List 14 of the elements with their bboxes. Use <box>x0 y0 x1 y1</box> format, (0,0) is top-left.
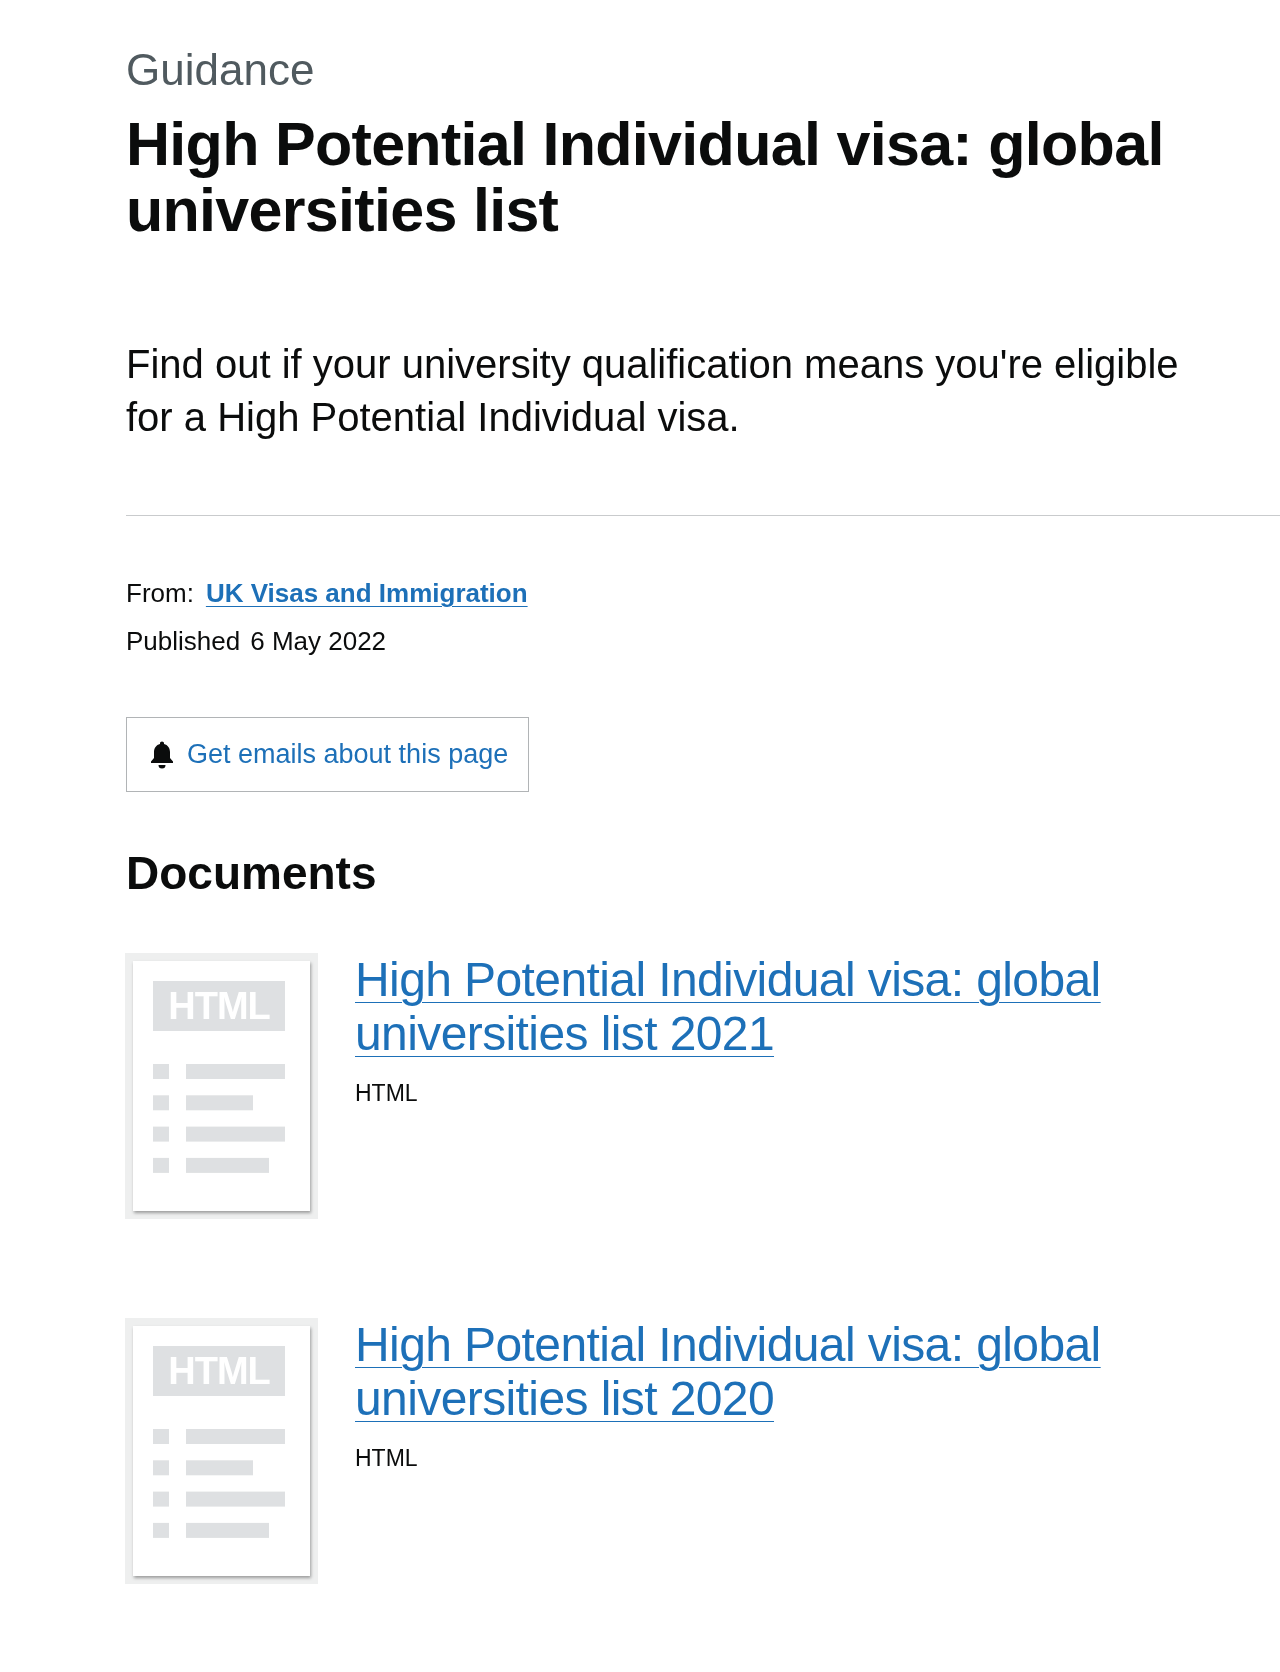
document-link[interactable]: High Potential Individual visa: global universities list 2020 <box>355 1318 1155 1426</box>
document-format: HTML <box>355 1079 418 1108</box>
documents-heading: Documents <box>126 846 377 900</box>
document-format: HTML <box>355 1444 418 1473</box>
document-link[interactable]: High Potential Individual visa: global universities list 2021 <box>355 953 1155 1061</box>
published-label: Published <box>126 625 241 658</box>
bell-icon <box>150 739 174 770</box>
published-date: 6 May 2022 <box>250 625 387 658</box>
page-title: High Potential Individual visa: global universities list <box>126 111 1165 243</box>
page-type-caption: Guidance <box>126 45 315 95</box>
from-label: From: <box>126 577 194 610</box>
organisation-link[interactable]: UK Visas and Immigration <box>205 575 528 611</box>
lead-paragraph: Find out if your university qualification means you're eligible for a High Potential Individual visa. <box>126 341 1180 441</box>
email-alerts-button[interactable]: Get emails about this page <box>126 717 530 792</box>
